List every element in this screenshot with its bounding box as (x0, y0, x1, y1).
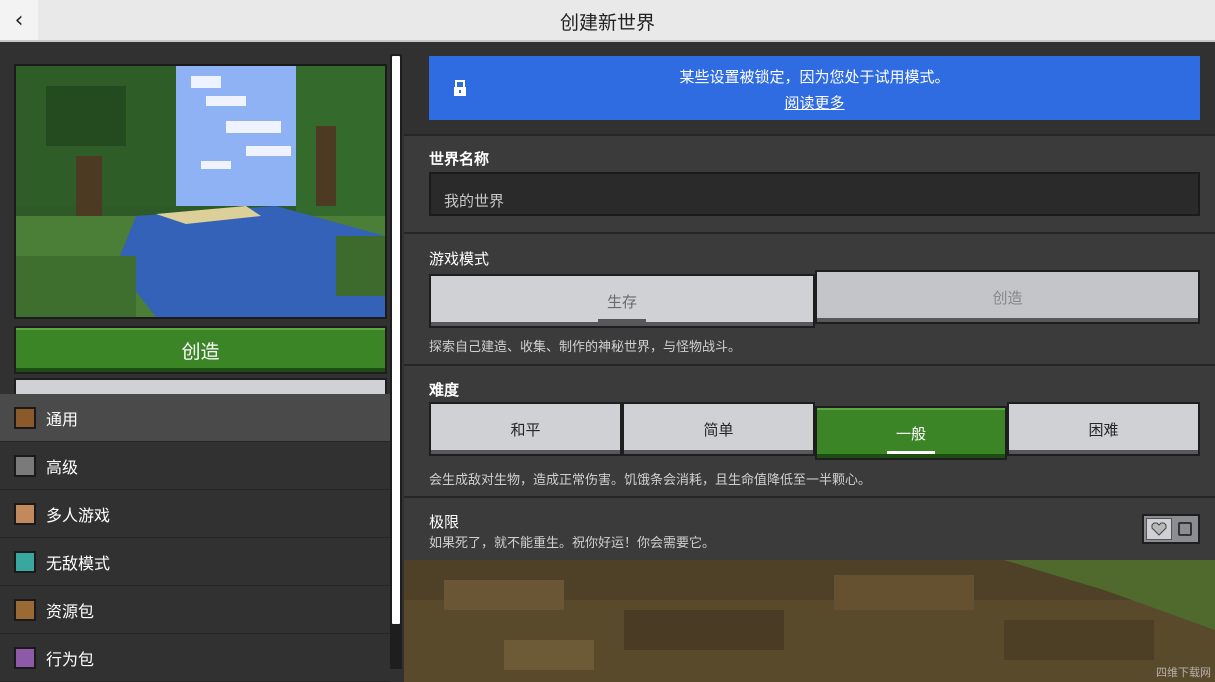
chest-icon (14, 598, 36, 621)
game-mode-creative-label: 创造 (992, 288, 1023, 307)
difficulty-normal-button[interactable]: 一般 (815, 406, 1007, 460)
create-button[interactable]: 创造 (14, 326, 387, 374)
difficulty-description: 会生成敌对生物，造成正常伤害。饥饿条会消耗，且生命值降低至一半颗心。 (429, 473, 872, 488)
nav-item-label: 高级 (46, 457, 79, 477)
dirt-background: 四维下载网 (404, 560, 1215, 682)
nav-item-general[interactable]: 通用 (0, 394, 390, 442)
hardcore-toggle[interactable] (1142, 514, 1200, 544)
nav-item-label: 资源包 (46, 601, 95, 621)
hardcore-label: 极限 (429, 513, 460, 531)
scrollbar-thumb[interactable] (392, 56, 400, 624)
difficulty-label: 难度 (429, 381, 460, 399)
nav-item-multiplayer[interactable]: 多人游戏 (0, 490, 390, 538)
difficulty-peaceful-label: 和平 (510, 420, 541, 439)
world-name-input[interactable]: 我的世界 (429, 172, 1200, 216)
difficulty-hard-button[interactable]: 困难 (1007, 402, 1200, 456)
game-mode-description: 探索自己建造、收集、制作的神秘世界，与怪物战斗。 (429, 340, 742, 355)
game-mode-label: 游戏模式 (429, 250, 490, 268)
nav-item-behavior-packs[interactable]: 行为包 (0, 634, 390, 682)
difficulty-normal-label: 一般 (895, 424, 926, 443)
settings-nav: 通用 高级 多人游戏 无敌模式 资源包 行为包 (0, 394, 390, 682)
read-more-link[interactable]: 阅读更多 (429, 92, 1200, 113)
difficulty-peaceful-button[interactable]: 和平 (429, 402, 622, 456)
toggle-off-icon (1178, 522, 1192, 536)
nav-item-label: 通用 (46, 409, 79, 429)
furnace-icon (14, 454, 36, 477)
nav-item-label: 行为包 (46, 649, 95, 669)
heart-icon (1151, 522, 1167, 536)
nav-item-label: 多人游戏 (46, 505, 111, 525)
left-panel: 创造 在 Realms 上创建 通用 高级 多人游戏 无敌模式 资源包 行为包 (0, 42, 404, 682)
game-mode-creative-button[interactable]: 创造 (815, 270, 1200, 324)
toggle-knob (1146, 518, 1172, 540)
selected-indicator (598, 319, 646, 322)
nav-item-label: 无敌模式 (46, 553, 111, 573)
game-mode-survival-label: 生存 (606, 292, 637, 311)
selected-indicator (887, 451, 935, 454)
world-preview-image (14, 64, 387, 319)
game-mode-survival-button[interactable]: 生存 (429, 274, 815, 328)
behavior-pack-icon (14, 646, 36, 669)
difficulty-easy-label: 简单 (703, 420, 734, 439)
nav-item-advanced[interactable]: 高级 (0, 442, 390, 490)
nav-item-resource-packs[interactable]: 资源包 (0, 586, 390, 634)
players-icon (14, 502, 36, 525)
right-panel: 某些设置被锁定，因为您处于试用模式。 阅读更多 世界名称 我的世界 游戏模式 生… (404, 42, 1215, 682)
lock-banner-text: 某些设置被锁定，因为您处于试用模式。 (679, 68, 950, 86)
difficulty-easy-button[interactable]: 简单 (622, 402, 815, 456)
hardcore-description: 如果死了，就不能重生。祝你好运！你会需要它。 (429, 536, 716, 551)
cheats-icon (14, 550, 36, 573)
settings-gear-block-icon (14, 406, 36, 429)
trial-lock-banner: 某些设置被锁定，因为您处于试用模式。 阅读更多 (429, 56, 1200, 120)
watermark-text: 四维下载网 (1156, 666, 1211, 679)
nav-item-cheats[interactable]: 无敌模式 (0, 538, 390, 586)
world-name-label: 世界名称 (429, 150, 490, 168)
difficulty-hard-label: 困难 (1088, 420, 1119, 439)
title-bar: ‹ 创建新世界 (0, 0, 1215, 42)
page-title: 创建新世界 (559, 12, 655, 34)
